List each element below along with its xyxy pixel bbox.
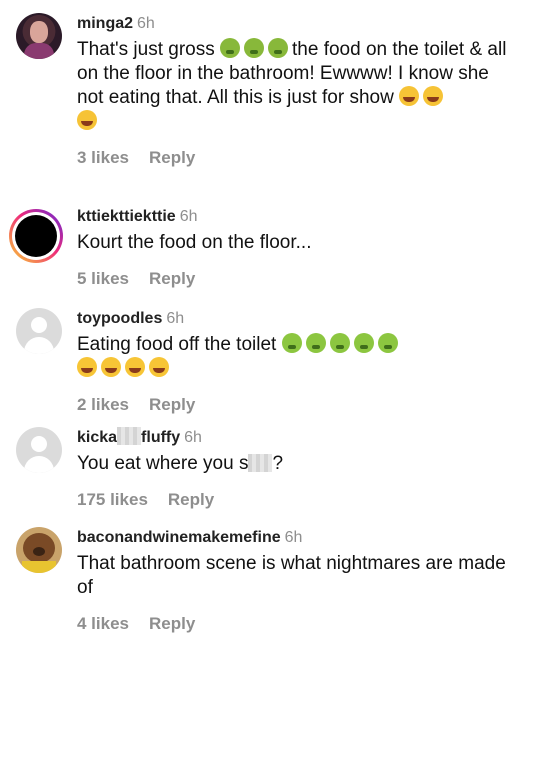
reply-button[interactable]: Reply: [168, 490, 214, 509]
comment-text: Kourt the food on the floor...: [77, 232, 312, 253]
timestamp: 6h: [137, 15, 155, 32]
avatar-shirt: [24, 43, 54, 59]
avatar-dog-collar: [22, 561, 56, 573]
comment-text-part: Eating food off the toilet: [77, 334, 277, 355]
comment-text: Eating food off the toilet: [77, 333, 517, 381]
tears-of-joy-emoji-icon: [125, 357, 145, 377]
comment-header: kttiekttiekttie 6h: [77, 206, 517, 228]
censor-blur: [248, 454, 273, 472]
avatar[interactable]: [9, 209, 63, 263]
tears-of-joy-emoji-icon: [101, 357, 121, 377]
comment-text-part: ?: [272, 453, 284, 474]
username[interactable]: kicka fluffy: [77, 427, 181, 446]
comment-meta: 3 likes Reply: [77, 148, 517, 168]
likes-count[interactable]: 2 likes: [77, 395, 129, 414]
avatar-image: [15, 215, 57, 257]
reply-button[interactable]: Reply: [149, 269, 195, 288]
timestamp: 6h: [284, 529, 303, 546]
comment-meta: 5 likes Reply: [77, 269, 517, 289]
avatar-story-ring: [12, 212, 60, 260]
comment-text: That's just gross the food on the toilet…: [77, 38, 517, 134]
username[interactable]: kttiekttiekttie: [77, 208, 176, 225]
comment-header: baconandwinemakemefine 6h: [77, 527, 517, 549]
timestamp: 6h: [184, 429, 202, 446]
avatar[interactable]: [16, 527, 62, 573]
vomit-emoji-icon: [353, 333, 374, 353]
comment-meta: 4 likes Reply: [77, 614, 517, 634]
avatar[interactable]: [16, 308, 62, 354]
username[interactable]: toypoodles: [77, 310, 162, 327]
sick-face-emoji-icon: [220, 38, 241, 58]
comment-header: kicka fluffy 6h: [77, 427, 517, 449]
comment-header: toypoodles 6h: [77, 308, 517, 330]
vomit-emoji-icon: [377, 333, 398, 353]
timestamp: 6h: [166, 310, 185, 327]
rofl-emoji-icon: [77, 110, 97, 130]
comment-header: minga2 6h: [77, 13, 517, 35]
reply-button[interactable]: Reply: [149, 148, 195, 167]
username-part: kicka: [77, 429, 118, 446]
reply-button[interactable]: Reply: [149, 395, 195, 414]
comment-text-part: That's just gross: [77, 39, 215, 60]
sick-face-emoji-icon: [268, 38, 289, 58]
avatar-face: [30, 21, 48, 43]
avatar-placeholder-body: [24, 456, 54, 473]
likes-count[interactable]: 5 likes: [77, 269, 129, 288]
likes-count[interactable]: 3 likes: [77, 148, 129, 167]
comment-text: You eat where you s?: [77, 452, 517, 476]
tears-of-joy-emoji-icon: [77, 357, 97, 377]
vomit-emoji-icon: [281, 333, 302, 353]
avatar-placeholder-head: [31, 317, 47, 333]
avatar-dog-snout: [33, 547, 45, 556]
likes-count[interactable]: 4 likes: [77, 614, 129, 633]
avatar[interactable]: [16, 427, 62, 473]
username-part: fluffy: [141, 429, 181, 446]
rofl-emoji-icon: [399, 86, 420, 106]
avatar-placeholder-head: [31, 436, 47, 452]
username[interactable]: minga2: [77, 15, 133, 32]
comment-text-part: You eat where you s: [77, 453, 249, 474]
sick-face-emoji-icon: [244, 38, 265, 58]
vomit-emoji-icon: [329, 333, 350, 353]
timestamp: 6h: [179, 208, 198, 225]
username[interactable]: baconandwinemakemefine: [77, 529, 281, 546]
censor-blur: [117, 427, 142, 445]
avatar-placeholder-body: [24, 337, 54, 354]
vomit-emoji-icon: [305, 333, 326, 353]
comment-meta: 175 likes Reply: [77, 490, 517, 510]
avatar[interactable]: [16, 13, 62, 59]
tears-of-joy-emoji-icon: [149, 357, 169, 377]
comment-text: That bathroom scene is what nightmares a…: [77, 553, 506, 598]
comment-meta: 2 likes Reply: [77, 395, 517, 415]
likes-count[interactable]: 175 likes: [77, 490, 148, 509]
rofl-emoji-icon: [423, 86, 444, 106]
reply-button[interactable]: Reply: [149, 614, 195, 633]
